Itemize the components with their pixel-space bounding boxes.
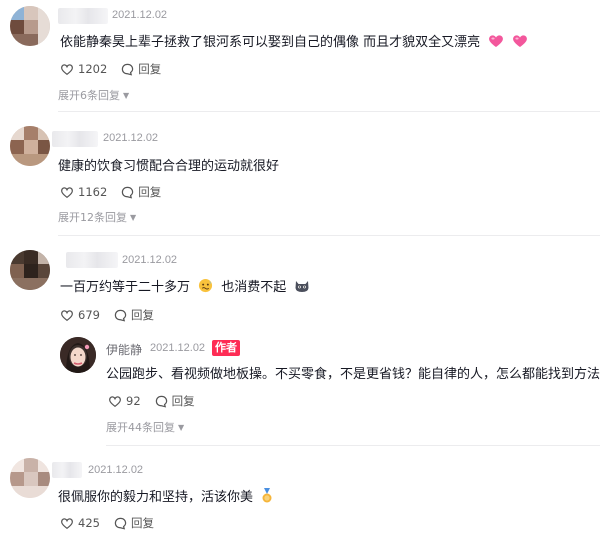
comment-date: 2021.12.02 xyxy=(103,132,159,144)
comment-text-suffix: 也消费不起 xyxy=(221,280,287,295)
comment-actions: 679 回复 xyxy=(60,306,168,324)
like-count: 679 xyxy=(78,308,100,322)
author-avatar[interactable] xyxy=(60,337,96,373)
comment-date: 2021.12.02 xyxy=(88,464,144,476)
author-name[interactable]: 伊能静 xyxy=(106,341,142,358)
like-count: 425 xyxy=(78,516,100,530)
reply-button[interactable]: 回复 xyxy=(121,184,161,200)
like-button[interactable]: 1202 xyxy=(60,62,107,76)
expand-replies-link[interactable]: 展开12条回复 ▼ xyxy=(58,209,136,225)
cat-face-icon xyxy=(294,278,310,297)
like-count: 1162 xyxy=(78,185,108,199)
comment-text-body: 一百万约等于二十多万 xyxy=(60,280,191,295)
reply-label: 回复 xyxy=(130,308,154,322)
like-count: 92 xyxy=(126,394,141,408)
comment-item: 2021.12.02 很佩服你的毅力和坚持，活该你美 425 回复 xyxy=(0,446,600,537)
chevron-down-icon: ▼ xyxy=(130,212,137,222)
comment-actions: 1162 回复 xyxy=(60,183,175,201)
pink-heart-icon xyxy=(488,34,504,52)
heart-outline-icon xyxy=(109,395,121,407)
comment-date: 2021.12.02 xyxy=(122,254,178,266)
pink-heart-icon xyxy=(512,34,528,52)
like-button[interactable]: 425 xyxy=(60,516,100,530)
chevron-down-icon: ▼ xyxy=(123,90,130,100)
reply-label: 回复 xyxy=(138,62,162,76)
reply-actions: 92 回复 xyxy=(108,392,209,410)
comment-bubble-icon xyxy=(114,309,127,322)
expand-replies-link[interactable]: 展开44条回复 ▼ xyxy=(106,419,184,435)
like-button[interactable]: 679 xyxy=(60,308,100,322)
comment-bubble-icon xyxy=(122,186,134,199)
like-button[interactable]: 92 xyxy=(108,394,141,408)
username[interactable] xyxy=(66,252,118,268)
like-button[interactable]: 1162 xyxy=(60,185,107,199)
avatar[interactable] xyxy=(10,126,50,166)
comment-text: 健康的饮食习惯配合合理的运动就很好 xyxy=(58,159,280,174)
author-badge: 作者 xyxy=(212,340,240,356)
avatar[interactable] xyxy=(10,250,50,290)
expand-replies-label: 展开12条回复 xyxy=(58,211,127,224)
comment-text: 很佩服你的毅力和坚持，活该你美 xyxy=(58,486,273,507)
avatar[interactable] xyxy=(10,458,50,498)
expand-replies-label: 展开44条回复 xyxy=(106,421,175,434)
avatar[interactable] xyxy=(10,6,50,46)
username[interactable] xyxy=(52,131,98,147)
heart-outline-icon xyxy=(61,517,73,529)
comment-date: 2021.12.02 xyxy=(112,9,168,21)
reply-button[interactable]: 回复 xyxy=(121,61,161,77)
comment-text-body: 依能静秦昊上辈子拯救了银河系可以娶到自己的偶像 而且才貌双全又漂亮 xyxy=(60,35,481,50)
heart-outline-icon xyxy=(61,186,73,198)
reply-date: 2021.12.02 xyxy=(150,342,206,354)
heart-outline-icon xyxy=(61,63,73,75)
username[interactable] xyxy=(52,462,82,478)
comment-actions: 1202 回复 xyxy=(60,60,175,78)
expand-replies-label: 展开6条回复 xyxy=(58,89,120,102)
reply-button[interactable]: 回复 xyxy=(114,307,154,323)
like-count: 1202 xyxy=(78,62,108,76)
expand-replies-link[interactable]: 展开6条回复 ▼ xyxy=(58,87,129,103)
comment-bubble-icon xyxy=(155,395,167,408)
comment-item: 2021.12.02 一百万约等于二十多万 也消费不起 679 回复 伊能静 2… xyxy=(0,236,600,448)
reply-label: 回复 xyxy=(138,185,162,199)
comment-text: 一百万约等于二十多万 也消费不起 xyxy=(60,276,310,297)
comment-actions: 425 回复 xyxy=(60,514,168,532)
nervous-face-icon xyxy=(198,278,213,297)
reply-label: 回复 xyxy=(130,516,154,530)
comment-bubble-icon xyxy=(122,63,134,76)
chevron-down-icon: ▼ xyxy=(178,422,185,432)
medal-icon xyxy=(261,488,273,507)
comment-item: 2021.12.02 健康的饮食习惯配合合理的运动就很好 1162 回复 展开1… xyxy=(0,112,600,234)
reply-button[interactable]: 回复 xyxy=(155,393,195,409)
username[interactable] xyxy=(58,8,108,24)
reply-text: 公园跑步、看视频做地板操。不买零食，不是更省钱？能自律的人，怎么都能找到方法。 xyxy=(106,367,600,382)
heart-outline-icon xyxy=(61,309,73,321)
comment-bubble-icon xyxy=(114,517,127,530)
comment-item: 2021.12.02 依能静秦昊上辈子拯救了银河系可以娶到自己的偶像 而且才貌双… xyxy=(0,0,600,110)
reply-button[interactable]: 回复 xyxy=(114,515,154,531)
comment-text-body: 很佩服你的毅力和坚持，活该你美 xyxy=(58,490,254,505)
reply-label: 回复 xyxy=(171,394,195,408)
comment-text: 依能静秦昊上辈子拯救了银河系可以娶到自己的偶像 而且才貌双全又漂亮 xyxy=(60,31,528,52)
